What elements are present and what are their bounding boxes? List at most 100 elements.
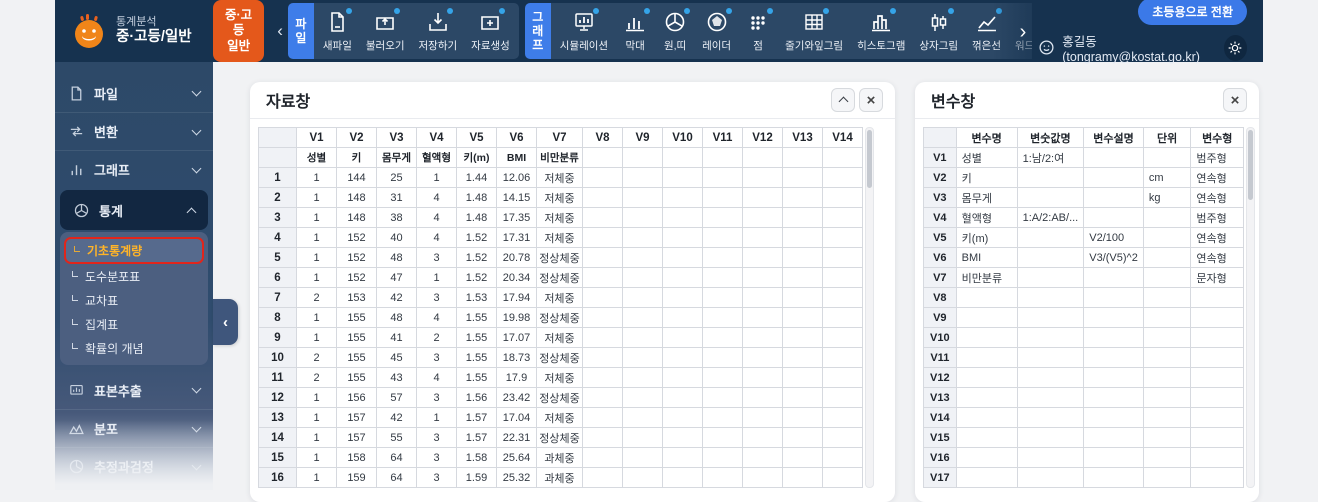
column-header[interactable]: V14	[823, 128, 863, 148]
variable-id[interactable]: V11	[924, 348, 957, 368]
data-cell[interactable]	[783, 288, 823, 308]
data-cell[interactable]	[703, 208, 743, 228]
variable-cell[interactable]: 키	[956, 168, 1017, 188]
data-cell[interactable]: 과체중	[537, 448, 583, 468]
variable-cell[interactable]	[1017, 448, 1084, 468]
data-cell[interactable]: 48	[377, 248, 417, 268]
data-cell[interactable]: 1.58	[457, 448, 497, 468]
toolbar-line-chart-button[interactable]: 꺾은선	[965, 3, 1008, 59]
data-cell[interactable]	[663, 368, 703, 388]
column-header[interactable]: V11	[703, 128, 743, 148]
row-number[interactable]: 13	[259, 408, 297, 428]
toolbar-create-data-button[interactable]: 자료생성	[464, 3, 517, 59]
data-cell[interactable]: 3	[417, 428, 457, 448]
sidebar-item-graph[interactable]: 그래프	[55, 150, 213, 188]
variable-cell[interactable]: 1:남/2:여	[1017, 148, 1084, 168]
variable-cell[interactable]: 연속형	[1191, 248, 1244, 268]
sidebar-subitem-basic-statistics[interactable]: 기초통계량	[64, 237, 204, 264]
data-cell[interactable]: 정상체중	[537, 388, 583, 408]
variable-id[interactable]: V12	[924, 368, 957, 388]
sidebar-item-sampling[interactable]: 표본추출	[55, 371, 213, 409]
data-cell[interactable]	[623, 468, 663, 488]
data-cell[interactable]: 31	[377, 188, 417, 208]
variable-name-header[interactable]	[703, 148, 743, 168]
data-cell[interactable]: 3	[417, 468, 457, 488]
variable-cell[interactable]	[1143, 228, 1191, 248]
variable-cell[interactable]	[1017, 348, 1084, 368]
variable-cell[interactable]	[1084, 468, 1144, 488]
row-number[interactable]: 7	[259, 288, 297, 308]
variable-cell[interactable]: 문자형	[1191, 268, 1244, 288]
variable-cell[interactable]	[1143, 348, 1191, 368]
column-header[interactable]: V10	[663, 128, 703, 148]
data-cell[interactable]	[623, 268, 663, 288]
variable-cell[interactable]	[1191, 388, 1244, 408]
variable-column-header[interactable]: 변수명	[956, 128, 1017, 148]
data-cell[interactable]	[783, 208, 823, 228]
variable-cell[interactable]	[1191, 308, 1244, 328]
variable-cell[interactable]	[1084, 368, 1144, 388]
variable-cell[interactable]	[956, 428, 1017, 448]
variable-cell[interactable]	[1143, 388, 1191, 408]
toolbar-bar-chart-button[interactable]: 막대	[615, 3, 655, 59]
data-cell[interactable]: 17.94	[497, 288, 537, 308]
variable-column-header[interactable]: 단위	[1143, 128, 1191, 148]
data-cell[interactable]: 1.55	[457, 328, 497, 348]
data-cell[interactable]	[823, 188, 863, 208]
data-cell[interactable]	[823, 468, 863, 488]
switch-to-elementary-button[interactable]: 초등용으로 전환	[1138, 0, 1247, 25]
variable-column-header[interactable]: 변수형	[1191, 128, 1244, 148]
data-cell[interactable]: 1	[297, 388, 337, 408]
data-cell[interactable]: 157	[337, 408, 377, 428]
variable-cell[interactable]: 비만분류	[956, 268, 1017, 288]
data-cell[interactable]: 1.53	[457, 288, 497, 308]
variable-cell[interactable]	[1084, 408, 1144, 428]
toolbar-radar-chart-button[interactable]: 레이더	[695, 3, 738, 59]
variable-cell[interactable]: 1:A/2:AB/...	[1017, 208, 1084, 228]
data-cell[interactable]: 4	[417, 208, 457, 228]
data-cell[interactable]	[663, 228, 703, 248]
row-number[interactable]: 2	[259, 188, 297, 208]
data-cell[interactable]	[663, 348, 703, 368]
variable-cell[interactable]	[1143, 208, 1191, 228]
data-grid-scrollbar[interactable]	[865, 127, 874, 488]
variable-cell[interactable]	[1084, 328, 1144, 348]
data-cell[interactable]: 55	[377, 428, 417, 448]
data-cell[interactable]	[583, 408, 623, 428]
data-cell[interactable]: 1.56	[457, 388, 497, 408]
data-cell[interactable]: 17.9	[497, 368, 537, 388]
variable-name-header[interactable]: 키(m)	[457, 148, 497, 168]
data-cell[interactable]	[663, 188, 703, 208]
variable-cell[interactable]	[1017, 248, 1084, 268]
data-cell[interactable]: 1.55	[457, 308, 497, 328]
column-header[interactable]: V4	[417, 128, 457, 148]
row-number[interactable]: 10	[259, 348, 297, 368]
variable-cell[interactable]	[956, 348, 1017, 368]
data-cell[interactable]: 1	[417, 408, 457, 428]
level-badge-button[interactable]: 중·고등 일반	[213, 0, 264, 62]
data-cell[interactable]: 22.31	[497, 428, 537, 448]
data-cell[interactable]	[583, 228, 623, 248]
data-cell[interactable]: 47	[377, 268, 417, 288]
data-cell[interactable]	[743, 368, 783, 388]
sidebar-collapse-handle[interactable]: ‹	[213, 299, 238, 345]
data-cell[interactable]	[703, 188, 743, 208]
data-cell[interactable]	[783, 188, 823, 208]
toolbar-histogram-button[interactable]: 히스토그램	[850, 3, 912, 59]
data-cell[interactable]	[743, 288, 783, 308]
data-cell[interactable]: 저체중	[537, 328, 583, 348]
data-cell[interactable]	[623, 388, 663, 408]
data-cell[interactable]	[623, 348, 663, 368]
variable-cell[interactable]: 연속형	[1191, 228, 1244, 248]
data-cell[interactable]	[663, 268, 703, 288]
variable-id[interactable]: V9	[924, 308, 957, 328]
data-cell[interactable]: 1	[297, 408, 337, 428]
sidebar-item-transform[interactable]: 변환	[55, 112, 213, 150]
data-cell[interactable]: 1.57	[457, 408, 497, 428]
data-cell[interactable]	[743, 208, 783, 228]
data-cell[interactable]: 정상체중	[537, 428, 583, 448]
data-cell[interactable]	[703, 168, 743, 188]
data-cell[interactable]: 1.57	[457, 428, 497, 448]
variable-id[interactable]: V6	[924, 248, 957, 268]
column-header[interactable]: V9	[623, 128, 663, 148]
